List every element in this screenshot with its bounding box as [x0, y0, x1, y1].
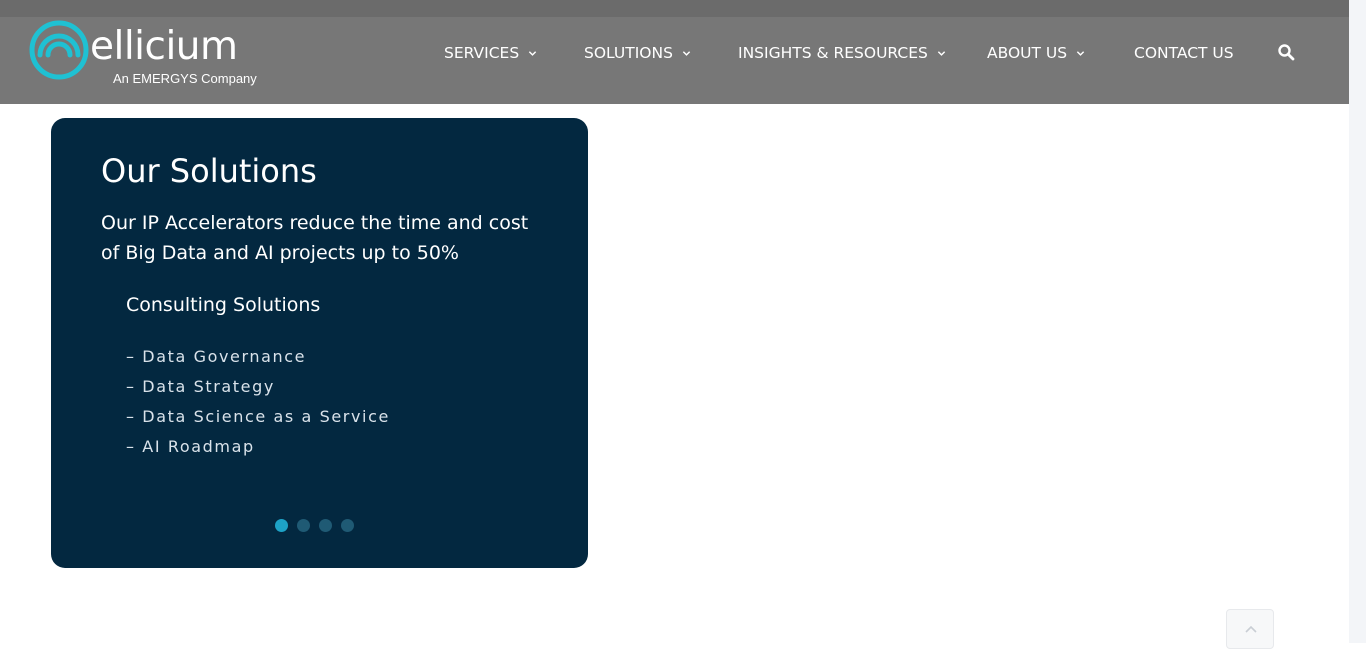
nav-item-services[interactable]: SERVICES	[444, 42, 537, 64]
chevron-down-icon	[682, 50, 691, 56]
chevron-down-icon	[529, 50, 537, 56]
nav-item-about-us[interactable]: ABOUT US	[987, 42, 1085, 64]
nav-item-label: INSIGHTS & RESOURCES	[738, 44, 928, 62]
site-header: ellicium An EMERGYS Company SERVICES SOL…	[0, 17, 1349, 104]
logo-mark-icon	[29, 20, 89, 80]
slider-pagination	[275, 519, 354, 532]
brand-tagline: An EMERGYS Company	[113, 71, 257, 86]
brand-logo[interactable]: ellicium An EMERGYS Company	[28, 19, 258, 89]
chevron-down-icon	[1076, 50, 1085, 56]
list-item: – Data Strategy	[126, 377, 275, 396]
chevron-up-icon	[1245, 625, 1257, 633]
search-icon[interactable]	[1277, 43, 1295, 61]
page-scrollbar[interactable]	[1349, 0, 1366, 643]
list-item: – Data Science as a Service	[126, 407, 390, 426]
list-item: – AI Roadmap	[126, 437, 255, 456]
slide-dot-3[interactable]	[319, 519, 332, 532]
back-to-top-button[interactable]	[1226, 609, 1274, 649]
card-title: Our Solutions	[101, 152, 317, 190]
slide-dot-1[interactable]	[275, 519, 288, 532]
nav-item-label: SOLUTIONS	[584, 44, 673, 62]
slide-dot-4[interactable]	[341, 519, 354, 532]
nav-item-contact-us[interactable]: CONTACT US	[1134, 42, 1234, 64]
solutions-list: – Data Governance – Data Strategy – Data…	[126, 346, 390, 466]
nav-item-solutions[interactable]: SOLUTIONS	[584, 42, 691, 64]
slide-dot-2[interactable]	[297, 519, 310, 532]
chevron-down-icon	[937, 50, 946, 56]
section-title: Consulting Solutions	[126, 294, 321, 316]
nav-item-label: SERVICES	[444, 44, 520, 62]
nav-item-label: CONTACT US	[1134, 44, 1234, 62]
solutions-card: Our Solutions Our IP Accelerators reduce…	[51, 118, 588, 568]
top-strip	[0, 0, 1349, 17]
nav-item-insights-resources[interactable]: INSIGHTS & RESOURCES	[738, 42, 946, 64]
list-item: – Data Governance	[126, 347, 307, 366]
nav-item-label: ABOUT US	[987, 44, 1068, 62]
card-subtitle: Our IP Accelerators reduce the time and …	[101, 212, 529, 264]
brand-name: ellicium	[90, 24, 238, 69]
